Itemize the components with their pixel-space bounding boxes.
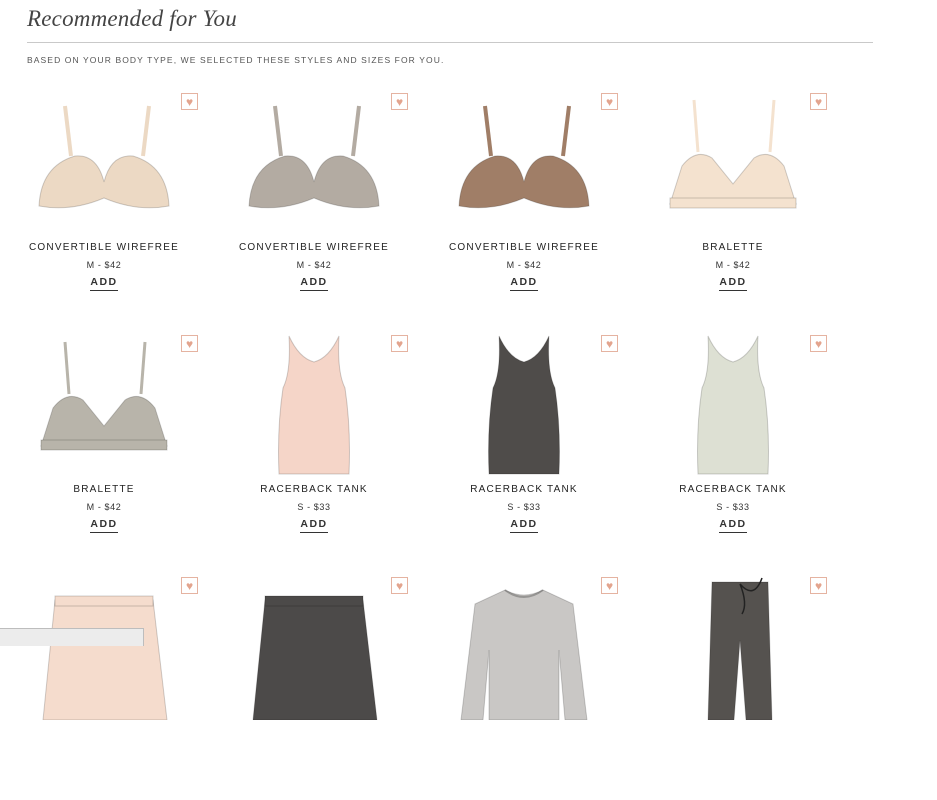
favorite-heart-icon[interactable]: ♥ [391,577,408,594]
favorite-heart-icon[interactable]: ♥ [601,335,618,352]
title-divider [27,42,873,43]
add-to-cart-button[interactable]: ADD [300,276,328,291]
product-size-price: S - $33 [507,502,541,512]
product-card[interactable]: ♥ RACERBACK TANK S - $33 ADD [237,328,447,558]
favorite-heart-icon[interactable]: ♥ [601,577,618,594]
page-title: Recommended for You [27,6,237,31]
product-size-price: M - $42 [86,260,122,270]
product-card[interactable]: ♥ CONVERTIBLE WIREFREE M - $42 ADD [237,86,447,316]
favorite-heart-icon[interactable]: ♥ [810,577,827,594]
add-to-cart-button[interactable]: ADD [510,518,538,533]
product-image[interactable] [447,328,601,478]
product-size-price: M - $42 [86,502,122,512]
product-card[interactable]: ♥ [447,570,657,800]
product-name: BRALETTE [73,484,135,495]
add-to-cart-button[interactable]: ADD [719,518,747,533]
favorite-heart-icon[interactable]: ♥ [181,577,198,594]
product-name: RACERBACK TANK [679,484,787,495]
favorite-heart-icon[interactable]: ♥ [810,93,827,110]
favorite-heart-icon[interactable]: ♥ [181,93,198,110]
add-to-cart-button[interactable]: ADD [300,518,328,533]
product-name: CONVERTIBLE WIREFREE [29,242,179,253]
add-to-cart-button[interactable]: ADD [90,276,118,291]
product-card[interactable]: ♥ RACERBACK TANK S - $33 ADD [447,328,657,558]
product-size-price: S - $33 [297,502,331,512]
favorite-heart-icon[interactable]: ♥ [391,93,408,110]
product-image[interactable] [237,328,391,478]
product-name: BRALETTE [702,242,764,253]
favorite-heart-icon[interactable]: ♥ [810,335,827,352]
add-to-cart-button[interactable]: ADD [510,276,538,291]
product-image[interactable] [237,570,391,720]
product-name: RACERBACK TANK [260,484,368,495]
product-card[interactable]: ♥ [656,570,866,800]
product-name: CONVERTIBLE WIREFREE [239,242,389,253]
product-image[interactable] [656,328,810,478]
product-image[interactable] [447,86,601,236]
product-card[interactable]: ♥ CONVERTIBLE WIREFREE M - $42 ADD [27,86,237,316]
status-bar [0,628,144,646]
favorite-heart-icon[interactable]: ♥ [601,93,618,110]
product-card[interactable]: ♥ [237,570,447,800]
product-name: CONVERTIBLE WIREFREE [449,242,599,253]
product-image[interactable] [27,86,181,236]
product-image[interactable] [656,570,810,720]
product-size-price: M - $42 [296,260,332,270]
product-image[interactable] [447,570,601,720]
product-image[interactable] [237,86,391,236]
add-to-cart-button[interactable]: ADD [90,518,118,533]
product-card[interactable]: ♥ CONVERTIBLE WIREFREE M - $42 ADD [447,86,657,316]
product-size-price: M - $42 [506,260,542,270]
product-card[interactable]: ♥ BRALETTE M - $42 ADD [27,328,237,558]
product-size-price: M - $42 [715,260,751,270]
favorite-heart-icon[interactable]: ♥ [181,335,198,352]
product-image[interactable] [27,328,181,478]
product-card[interactable]: ♥ [27,570,237,800]
product-name: RACERBACK TANK [470,484,578,495]
product-size-price: S - $33 [716,502,750,512]
favorite-heart-icon[interactable]: ♥ [391,335,408,352]
product-card[interactable]: ♥ BRALETTE M - $42 ADD [656,86,866,316]
add-to-cart-button[interactable]: ADD [719,276,747,291]
page-subtitle: BASED ON YOUR BODY TYPE, WE SELECTED THE… [27,55,445,65]
product-card[interactable]: ♥ RACERBACK TANK S - $33 ADD [656,328,866,558]
product-image[interactable] [656,86,810,236]
